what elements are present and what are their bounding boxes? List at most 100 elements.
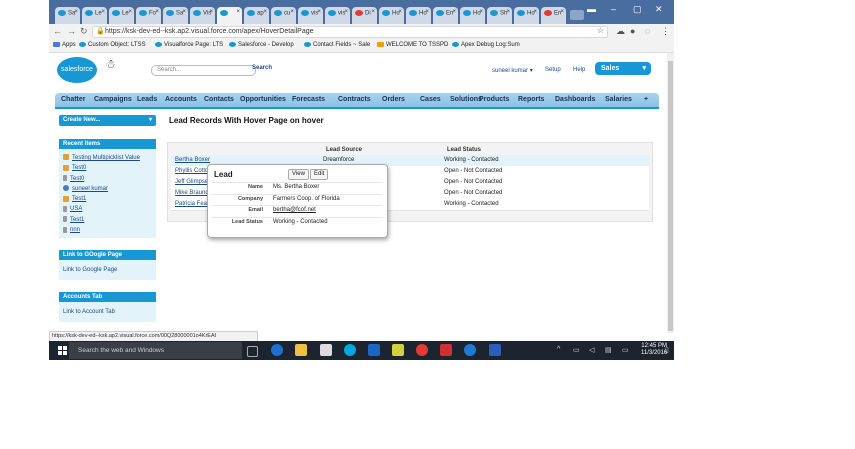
lead-name-link[interactable]: Jeff Glimpse — [175, 179, 208, 185]
nav-tab-leads[interactable]: Leads — [137, 96, 157, 103]
cloud-icon[interactable]: ☁ — [616, 26, 625, 37]
bookmark-item[interactable]: Contact Fields ~ Sale — [304, 42, 370, 48]
close-tab-icon[interactable]: × — [263, 9, 267, 15]
nav-tab-solutions[interactable]: Solutions — [450, 96, 482, 103]
notepad-icon[interactable] — [392, 344, 404, 356]
browser-tab[interactable]: Le × — [82, 7, 107, 24]
browser-tab[interactable]: Sa × — [163, 7, 188, 24]
nav-tab-chatter[interactable]: Chatter — [61, 96, 86, 103]
store-icon[interactable] — [320, 344, 332, 356]
ie-icon[interactable] — [464, 344, 476, 356]
close-tab-icon[interactable]: × — [344, 9, 348, 15]
forward-icon[interactable]: → — [67, 26, 76, 36]
nav-tab-campaigns[interactable]: Campaigns — [94, 96, 132, 103]
media-icon[interactable] — [440, 344, 452, 356]
extension-icon[interactable]: ● — [630, 26, 635, 36]
recent-item[interactable]: Testing Multipicklist Value — [59, 153, 156, 163]
recent-item[interactable]: Test1 — [59, 215, 156, 225]
taskbar-clock[interactable]: 12:45 PM 11/3/2016 — [641, 343, 667, 357]
recent-item[interactable]: Test0 — [59, 174, 156, 184]
nav-tab-cases[interactable]: Cases — [420, 96, 441, 103]
back-icon[interactable]: ← — [53, 26, 62, 36]
close-tab-icon[interactable]: × — [155, 9, 159, 15]
task-view-icon[interactable] — [247, 346, 258, 357]
close-tab-icon[interactable]: × — [371, 9, 375, 15]
accounts-link[interactable]: Link to Account Tab — [59, 302, 156, 322]
bookmark-item[interactable]: Apps — [53, 42, 76, 48]
browser-tab[interactable]: Ho × — [406, 7, 431, 24]
browser-tab[interactable]: En × — [433, 7, 458, 24]
url-input[interactable]: 🔒 https://ksk-dev-ed--ksk.ap2.visual.for… — [92, 26, 608, 38]
browser-tab[interactable]: vis × — [298, 7, 323, 24]
browser-tab[interactable]: Le × — [109, 7, 134, 24]
close-tab-icon[interactable]: × — [398, 9, 402, 15]
browser-tab[interactable]: Fo × — [136, 7, 161, 24]
recent-item[interactable]: Test0 — [59, 163, 156, 173]
volume-icon[interactable]: ◁ — [589, 346, 594, 354]
ime-icon[interactable]: ▤ — [605, 346, 612, 354]
browser-tab[interactable]: Sh × — [487, 7, 512, 24]
close-tab-icon[interactable]: × — [101, 9, 105, 15]
close-tab-icon[interactable]: × — [290, 9, 294, 15]
close-tab-icon[interactable]: × — [236, 9, 240, 15]
bookmark-item[interactable]: Salesforce - Develop — [229, 42, 294, 48]
bookmark-item[interactable]: Visualforce Page: LTS — [155, 42, 223, 48]
browser-tab[interactable]: × — [217, 7, 242, 24]
search-button[interactable]: Search — [252, 65, 272, 71]
close-tab-icon[interactable]: × — [182, 9, 186, 15]
recent-item[interactable]: nnn — [59, 225, 156, 235]
tray-chevron-icon[interactable]: ^ — [557, 346, 560, 353]
menu-icon[interactable]: ⋮ — [661, 26, 670, 37]
create-new-button[interactable]: Create New... ▾ — [59, 115, 156, 126]
nav-tab-salaries[interactable]: Salaries — [605, 96, 632, 103]
star-icon[interactable]: ☆ — [597, 26, 604, 35]
reload-icon[interactable]: ↻ — [80, 26, 88, 37]
recent-item[interactable]: USA — [59, 204, 156, 214]
nav-tab-dashboards[interactable]: Dashboards — [555, 96, 595, 103]
notifications-icon[interactable]: ▯ — [665, 346, 669, 354]
browser-tab[interactable]: Ho × — [379, 7, 404, 24]
nav-tab-more[interactable]: + — [644, 96, 648, 103]
close-tab-icon[interactable]: × — [479, 9, 483, 15]
close-tab-icon[interactable]: × — [128, 9, 132, 15]
nav-tab-accounts[interactable]: Accounts — [165, 96, 197, 103]
browser-tab[interactable]: Di × — [352, 7, 377, 24]
browser-tab[interactable]: cu × — [271, 7, 296, 24]
user-menu[interactable]: suneel kumar ▾ — [492, 67, 533, 74]
close-tab-icon[interactable]: × — [452, 9, 456, 15]
browser-tab[interactable]: Sa × — [55, 7, 80, 24]
search-input[interactable]: Search... — [151, 65, 256, 76]
browser-tab[interactable]: Ho × — [514, 7, 539, 24]
bookmark-item[interactable]: Custom Object: LTSS — [79, 42, 146, 48]
recent-item[interactable]: suneel kumar — [59, 184, 156, 194]
extension-icon[interactable]: ◌ — [645, 26, 650, 36]
skype-icon[interactable] — [344, 344, 356, 356]
nav-tab-opportunities[interactable]: Opportunities — [240, 96, 286, 103]
browser-tab[interactable]: ap × — [244, 7, 269, 24]
browser-tab[interactable]: vis × — [325, 7, 350, 24]
taskbar-search-input[interactable]: Search the web and Windows — [69, 342, 242, 359]
close-tab-icon[interactable]: × — [560, 9, 564, 15]
lead-name-link[interactable]: Mike Braund — [175, 190, 209, 196]
file-explorer-icon[interactable] — [295, 344, 307, 356]
close-tab-icon[interactable]: × — [533, 9, 537, 15]
close-tab-icon[interactable]: × — [209, 9, 213, 15]
view-button[interactable]: View — [288, 169, 309, 180]
google-link[interactable]: Link to Google Page — [59, 260, 156, 280]
close-tab-icon[interactable]: × — [425, 9, 429, 15]
new-tab-button[interactable] — [570, 10, 584, 20]
browser-tab[interactable]: Vis × — [190, 7, 215, 24]
close-window-icon[interactable]: ✕ — [655, 4, 663, 15]
word-icon[interactable] — [489, 344, 501, 356]
nav-tab-contracts[interactable]: Contracts — [338, 96, 371, 103]
bookmark-item[interactable]: WELCOME TO TSSPD — [377, 42, 448, 48]
user-profile-icon[interactable]: ▬ — [587, 4, 596, 14]
nav-tab-products[interactable]: Products — [479, 96, 509, 103]
browser-tab[interactable]: En × — [541, 7, 566, 24]
edit-button[interactable]: Edit — [310, 169, 329, 180]
windows-start-icon[interactable] — [58, 346, 67, 355]
salesforce-logo[interactable]: salesforce — [57, 57, 97, 83]
close-tab-icon[interactable]: × — [317, 9, 321, 15]
close-tab-icon[interactable]: × — [74, 9, 78, 15]
nav-tab-reports[interactable]: Reports — [518, 96, 544, 103]
